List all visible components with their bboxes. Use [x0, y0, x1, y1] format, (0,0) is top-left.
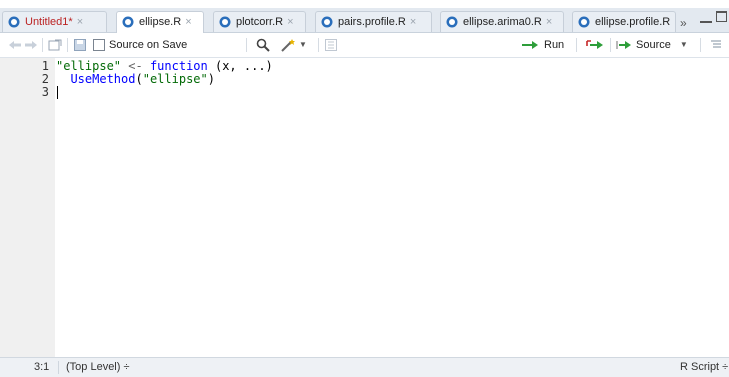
- tab-close-icon[interactable]: ×: [77, 16, 83, 28]
- status-bar: 3:1 (Top Level) ÷ R Script ÷: [0, 357, 729, 377]
- line-number: 2: [41, 72, 49, 86]
- tab-label: Untitled1*: [25, 16, 73, 28]
- editor-tab-bar: Untitled1* × ellipse.R × plotcorr.R × pairs…: [0, 8, 729, 33]
- assign-operator-token: <-: [121, 59, 143, 73]
- toolbar-divider: [610, 38, 611, 52]
- file-type-selector[interactable]: R Script ÷: [680, 358, 728, 377]
- keyword-token: function: [149, 59, 208, 73]
- tab-pairs-profile-r[interactable]: pairs.profile.R ×: [315, 11, 432, 32]
- back-arrow-icon[interactable]: [8, 33, 22, 57]
- minimize-pane-icon[interactable]: [700, 21, 712, 23]
- paren-token: (: [135, 72, 143, 86]
- source-on-save-label: Source on Save: [109, 39, 188, 51]
- tab-label: ellipse.arima0.R: [463, 16, 542, 28]
- line-number: 3: [41, 85, 49, 99]
- tab-label: plotcorr.R: [236, 16, 284, 28]
- string-token: "ellipse": [142, 72, 208, 86]
- tab-overflow-icon[interactable]: »: [680, 16, 687, 30]
- maximize-pane-icon[interactable]: [716, 11, 727, 22]
- code-editor[interactable]: 1 2 3 "ellipse" <- function (x, ...) Use…: [0, 58, 729, 357]
- r-file-icon: [578, 16, 590, 28]
- args-token: (x, ...): [207, 59, 273, 73]
- window-top-strip: [0, 0, 729, 8]
- line-number: 1: [41, 59, 49, 73]
- code-tools-wand-icon[interactable]: ▼: [280, 33, 307, 57]
- r-file-icon: [321, 16, 333, 28]
- tab-label: ellipse.R: [139, 16, 182, 28]
- toolbar-divider: [246, 38, 247, 52]
- toolbar-divider: [700, 38, 701, 52]
- code-line-1[interactable]: "ellipse" <- function (x, ...): [56, 60, 273, 72]
- toolbar-divider: [318, 38, 319, 52]
- chevron-down-icon: ▼: [299, 40, 307, 49]
- tab-label: ellipse.profile.R: [595, 16, 671, 28]
- source-on-save-checkbox[interactable]: Source on Save: [93, 33, 187, 57]
- string-token: "ellipse": [56, 59, 122, 73]
- tab-close-icon[interactable]: ×: [546, 16, 552, 28]
- function-call-token: UseMethod: [70, 72, 136, 86]
- compile-report-icon[interactable]: [325, 33, 337, 57]
- show-in-window-icon[interactable]: [48, 33, 62, 57]
- indent-token: [56, 72, 70, 86]
- outline-icon[interactable]: [710, 33, 722, 57]
- cursor-position: 3:1: [34, 361, 50, 373]
- line-number-gutter: 1 2 3: [0, 58, 55, 357]
- forward-arrow-icon[interactable]: [24, 33, 38, 57]
- source-button[interactable]: Source ▼: [616, 33, 688, 57]
- scope-selector[interactable]: (Top Level) ÷: [66, 358, 130, 377]
- editor-toolbar: Source on Save ▼ Run Source ▼: [0, 33, 729, 58]
- search-icon[interactable]: [256, 33, 270, 57]
- tab-plotcorr-r[interactable]: plotcorr.R ×: [213, 11, 306, 32]
- save-icon[interactable]: [74, 33, 86, 57]
- tab-ellipse-r[interactable]: ellipse.R ×: [116, 11, 204, 33]
- r-file-icon: [219, 16, 231, 28]
- toolbar-divider: [576, 38, 577, 52]
- text-cursor: [57, 86, 58, 99]
- r-file-icon: [446, 16, 458, 28]
- tab-label: pairs.profile.R: [338, 16, 406, 28]
- tab-ellipse-arima0-r[interactable]: ellipse.arima0.R ×: [440, 11, 564, 32]
- r-file-icon: [122, 16, 134, 28]
- tab-close-icon[interactable]: ×: [185, 16, 191, 28]
- status-divider: [58, 361, 59, 374]
- toolbar-divider: [42, 38, 43, 52]
- tab-close-icon[interactable]: ×: [287, 16, 293, 28]
- paren-token: ): [207, 72, 215, 86]
- checkbox-box[interactable]: [93, 39, 105, 51]
- tab-ellipse-profile-r[interactable]: ellipse.profile.R: [572, 11, 676, 32]
- code-line-2[interactable]: UseMethod("ellipse"): [56, 73, 215, 85]
- chevron-down-icon[interactable]: ▼: [680, 33, 688, 57]
- tab-close-icon[interactable]: ×: [410, 16, 416, 28]
- toolbar-divider: [67, 38, 68, 52]
- source-label: Source: [636, 39, 671, 51]
- run-button[interactable]: Run: [522, 33, 564, 57]
- tab-untitled1[interactable]: Untitled1* ×: [2, 11, 107, 32]
- run-label: Run: [544, 39, 565, 51]
- r-file-icon: [8, 16, 20, 28]
- rerun-icon[interactable]: [586, 33, 604, 57]
